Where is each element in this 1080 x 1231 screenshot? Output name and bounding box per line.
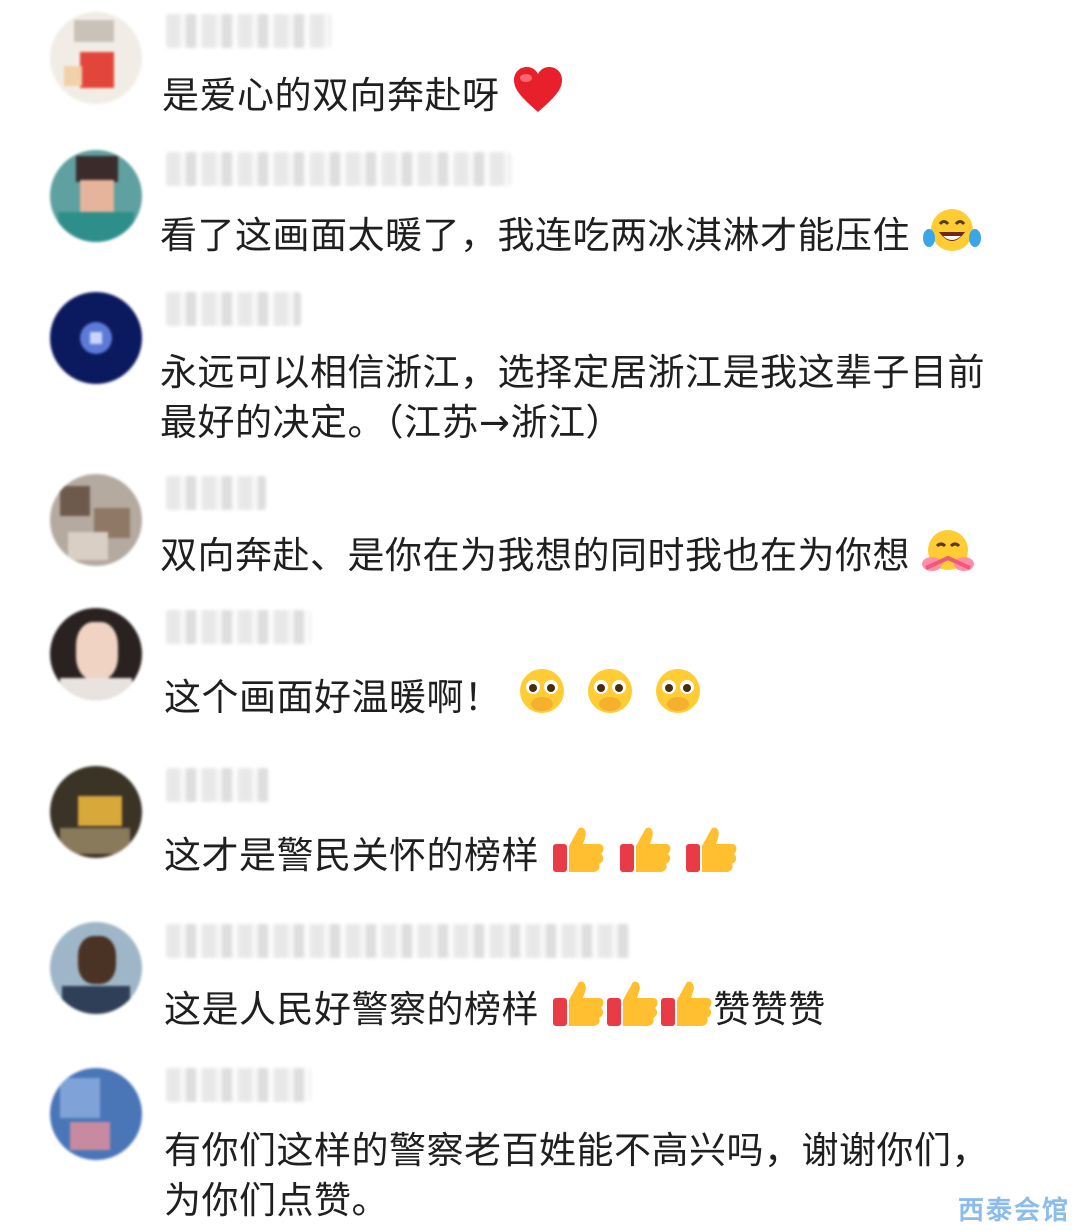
red-heart-icon xyxy=(512,66,564,127)
comment-line: 有你们这样的警察老百姓能不高兴吗，谢谢你们， xyxy=(164,1129,989,1172)
comment-suffix: 赞赞赞 xyxy=(713,988,826,1031)
pleading-face-icon xyxy=(514,666,570,729)
username-blurred[interactable] xyxy=(166,924,631,958)
comment-line: 为你们点赞。 xyxy=(164,1179,389,1222)
comment-text-content: 双向奔赴、是你在为我想的同时我也在为你想 xyxy=(160,534,910,577)
thumbs-up-icon xyxy=(551,824,605,887)
tears-of-joy-icon xyxy=(922,206,982,267)
hugging-face-icon xyxy=(922,528,975,587)
comment-text-content: 看了这画面太暖了，我连吃两冰淇淋才能压住 xyxy=(160,214,910,257)
avatar[interactable] xyxy=(50,1068,142,1160)
comment-text-content: 这个画面好温暖啊！ xyxy=(164,676,502,719)
comment-text: 是爱心的双向奔赴呀 xyxy=(162,66,564,127)
avatar[interactable] xyxy=(50,292,142,384)
pleading-face-icon xyxy=(650,666,706,729)
username-blurred[interactable] xyxy=(166,768,269,802)
comment-line: 永远可以相信浙江，选择定居浙江是我这辈子目前 xyxy=(160,351,985,394)
avatar[interactable] xyxy=(50,150,142,242)
comment-text-content: 这是人民好警察的榜样 xyxy=(164,988,539,1031)
comment-text: 这才是警民关怀的榜样 xyxy=(164,824,738,887)
avatar[interactable] xyxy=(50,766,142,858)
pleading-face-icon xyxy=(582,666,638,729)
thumbs-up-icon xyxy=(551,978,605,1041)
watermark: 西泰会馆 xyxy=(957,1196,1070,1226)
avatar[interactable] xyxy=(50,922,142,1014)
username-blurred[interactable] xyxy=(166,610,311,644)
username-blurred[interactable] xyxy=(166,152,511,186)
thumbs-up-icon xyxy=(618,824,672,887)
avatar[interactable] xyxy=(50,12,142,104)
username-blurred[interactable] xyxy=(166,292,301,326)
thumbs-up-icon xyxy=(684,824,738,887)
comment-text: 看了这画面太暖了，我连吃两冰淇淋才能压住 xyxy=(160,206,982,267)
comment-text: 双向奔赴、是你在为我想的同时我也在为你想 xyxy=(160,528,975,587)
avatar[interactable] xyxy=(50,608,142,700)
username-blurred[interactable] xyxy=(166,476,266,510)
avatar[interactable] xyxy=(50,474,142,566)
username-blurred[interactable] xyxy=(166,1068,311,1102)
comment-text: 这个画面好温暖啊！ xyxy=(164,666,706,729)
thumbs-up-icon xyxy=(659,978,713,1041)
thumbs-up-icon xyxy=(605,978,659,1041)
comment-line: 最好的决定。（江苏→浙江） xyxy=(160,401,624,444)
comment-text: 永远可以相信浙江，选择定居浙江是我这辈子目前 最好的决定。（江苏→浙江） xyxy=(160,348,985,448)
username-blurred[interactable] xyxy=(166,14,331,48)
comment-text: 这是人民好警察的榜样 赞赞赞 xyxy=(164,978,826,1041)
comment-text: 有你们这样的警察老百姓能不高兴吗，谢谢你们， 为你们点赞。 xyxy=(164,1126,989,1226)
comment-text-content: 是爱心的双向奔赴呀 xyxy=(162,74,500,117)
comment-text-content: 这才是警民关怀的榜样 xyxy=(164,834,539,877)
